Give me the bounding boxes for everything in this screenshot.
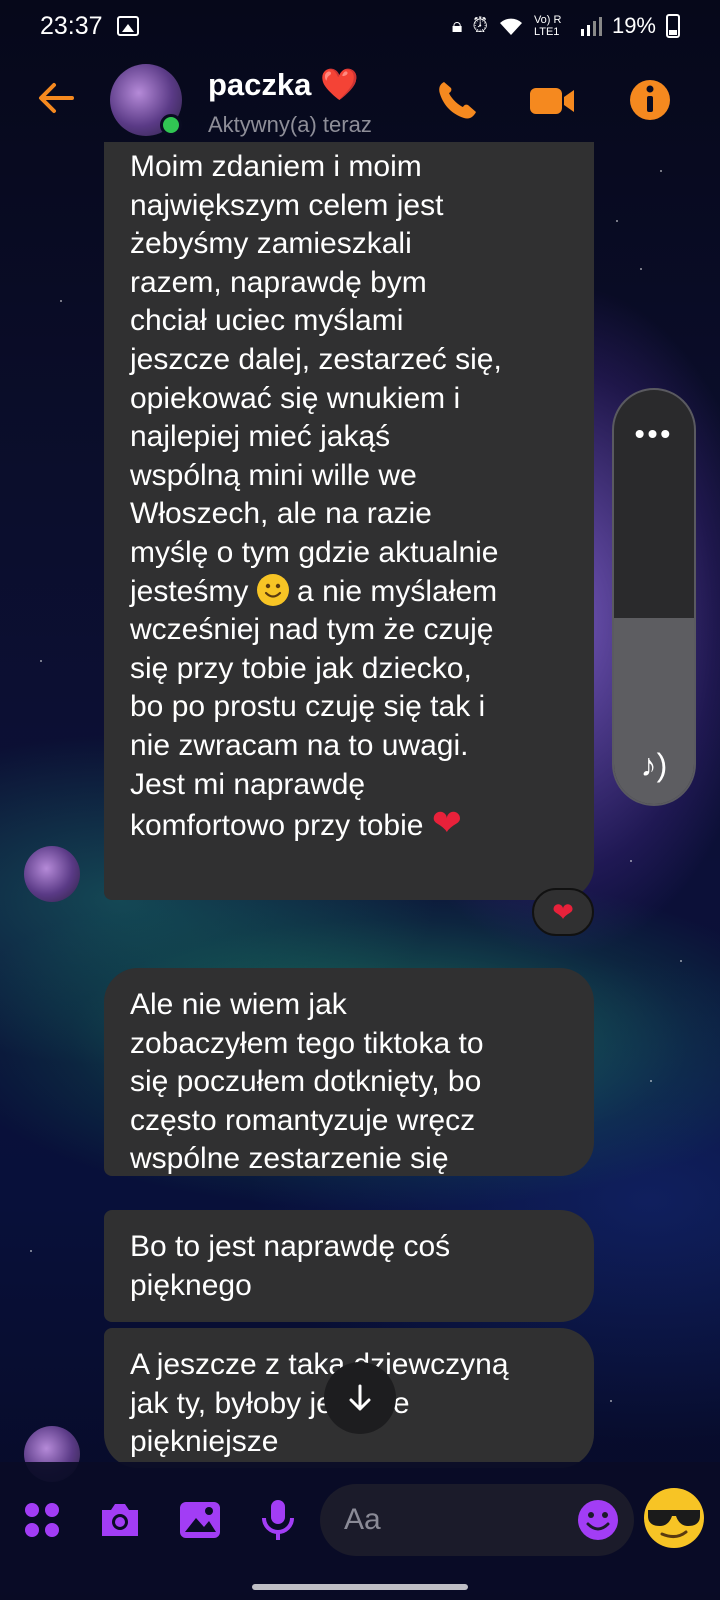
chat-header: paczka ❤️ Aktywny(a) teraz	[0, 52, 720, 152]
status-bar: 23:37 🔒︎ ⏰︎ Vo) R LTE1 19%	[0, 0, 720, 52]
message-line: opiekować się wnukiem i	[130, 381, 461, 415]
message-line: Bo to jest naprawdę coś	[130, 1230, 451, 1263]
message-line: chciał uciec myślami	[130, 304, 404, 338]
media-volume-icon[interactable]: ♪)	[614, 747, 694, 784]
message-line: bo po prostu czuję się tak i	[130, 690, 486, 724]
heart-emoji-icon: ❤	[431, 802, 462, 844]
message-line: Włoszech, ale na razie	[130, 497, 432, 531]
heart-reaction-icon: ❤	[552, 896, 574, 927]
scroll-to-bottom-button[interactable]	[324, 1362, 396, 1434]
volume-slider[interactable]: ••• ♪)	[612, 388, 696, 806]
battery-icon	[666, 14, 680, 38]
info-icon[interactable]	[626, 76, 674, 124]
message-line: Ale nie wiem jak	[130, 988, 347, 1021]
status-time: 23:37	[40, 11, 103, 40]
message-line: się przy tobie jak dziecko,	[130, 651, 472, 685]
sunglasses-emoji-icon[interactable]	[642, 1486, 706, 1550]
message-bubble[interactable]: Moim zdaniem i moim największym celem je…	[104, 142, 594, 900]
message-line: jeszcze dalej, zestarzeć się,	[130, 342, 502, 376]
contact-status: Aktywny(a) teraz	[208, 112, 372, 137]
message-line: wspólne zestarzenie się	[130, 1142, 449, 1176]
message-line: wcześniej nad tym że czuję	[130, 613, 494, 647]
smiling-face-emoji-icon	[256, 573, 289, 606]
message-line: komfortowo przy tobie ❤	[130, 802, 568, 846]
message-bubble[interactable]: Bo to jest naprawdę coś pięknego	[104, 1210, 594, 1322]
heart-reaction-badge[interactable]: ❤	[532, 888, 594, 936]
message-input[interactable]	[344, 1484, 554, 1556]
signal-icon	[580, 17, 602, 36]
message-line: Moim zdaniem i moim	[130, 150, 422, 183]
contact-name-text: paczka	[208, 67, 312, 102]
heart-emoji: ❤️	[320, 67, 359, 102]
microphone-icon[interactable]	[254, 1496, 302, 1544]
message-line: myślę o tym gdzie aktualnie	[130, 535, 499, 569]
more-options-icon[interactable]: •••	[614, 418, 694, 450]
status-indicators: 🔒︎ ⏰︎ Vo) R LTE1 19%	[452, 13, 680, 39]
message-input-container[interactable]	[320, 1484, 634, 1556]
message-line: się poczułem dotknięty, bo	[130, 1065, 482, 1099]
phone-call-icon[interactable]	[432, 76, 480, 124]
alarm-icon: ⏰︎	[472, 14, 488, 37]
message-line: żebyśmy zamieszkali	[130, 227, 412, 261]
arrow-down-icon	[349, 1384, 371, 1411]
message-line: wspólną mini wille we	[130, 458, 417, 492]
message-text: komfortowo przy tobie	[130, 809, 424, 843]
lock-icon: 🔒︎	[451, 14, 463, 37]
message-composer	[0, 1462, 720, 1600]
network-label: Vo) R LTE1	[533, 14, 562, 38]
gallery-notification-icon	[116, 16, 139, 36]
message-text: jesteśmy	[130, 574, 249, 608]
message-line: jesteśmy a nie myślałem	[130, 573, 568, 612]
sender-avatar[interactable]	[24, 846, 80, 902]
message-line: największym celem jest	[130, 188, 444, 222]
message-line: zobaczyłem tego tiktoka to	[130, 1026, 484, 1060]
message-line: Jest mi naprawdę	[130, 767, 366, 801]
message-line: nie zwracam na to uwagi.	[130, 728, 469, 762]
camera-icon[interactable]	[96, 1496, 144, 1544]
video-call-icon[interactable]	[528, 76, 576, 124]
emoji-icon[interactable]	[576, 1498, 620, 1542]
message-line: pięknego	[130, 1268, 252, 1302]
message-bubble[interactable]: Ale nie wiem jak zobaczyłem tego tiktoka…	[104, 968, 594, 1176]
message-line: razem, naprawdę bym	[130, 265, 427, 299]
message-line: najlepiej mieć jakąś	[130, 420, 391, 454]
message-line: często romantyzuje wręcz	[130, 1103, 476, 1137]
contact-name[interactable]: paczka ❤️	[208, 66, 359, 103]
home-indicator[interactable]	[252, 1584, 468, 1590]
battery-percent: 19%	[611, 13, 656, 38]
back-arrow-icon[interactable]	[36, 78, 76, 118]
online-indicator	[160, 114, 182, 136]
apps-icon[interactable]	[18, 1496, 66, 1544]
message-text: a nie myślałem	[297, 574, 498, 608]
wifi-icon	[499, 18, 522, 35]
gallery-icon[interactable]	[176, 1496, 224, 1544]
